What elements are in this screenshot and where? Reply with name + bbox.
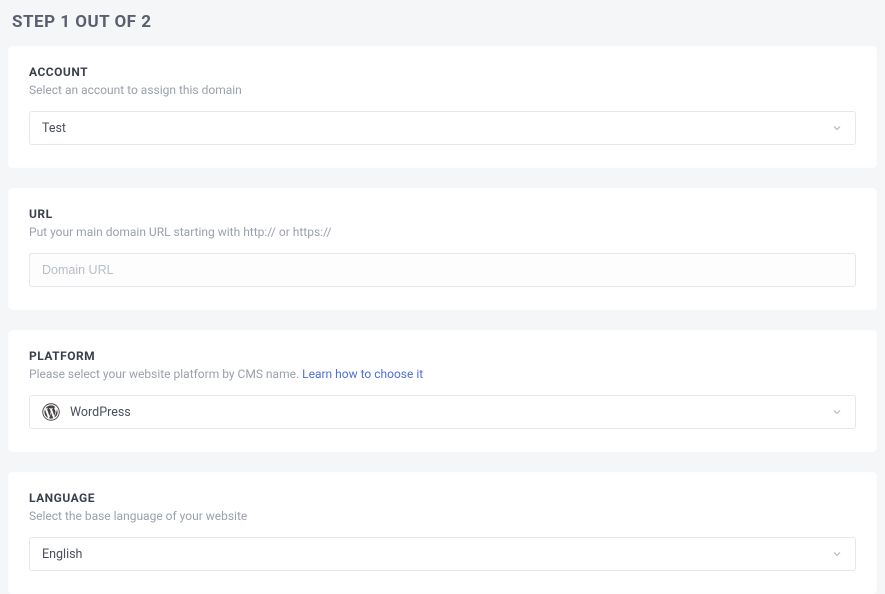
account-title: ACCOUNT bbox=[29, 65, 856, 79]
platform-desc-text: Please select your website platform by C… bbox=[29, 367, 302, 381]
url-desc: Put your main domain URL starting with h… bbox=[29, 225, 856, 239]
chevron-down-icon bbox=[831, 548, 843, 560]
chevron-down-icon bbox=[831, 122, 843, 134]
platform-learn-link[interactable]: Learn how to choose it bbox=[302, 367, 423, 381]
platform-select[interactable]: WordPress bbox=[29, 395, 856, 429]
platform-select-value: WordPress bbox=[70, 405, 131, 420]
platform-panel: PLATFORM Please select your website plat… bbox=[8, 330, 877, 452]
platform-title: PLATFORM bbox=[29, 349, 856, 363]
page-title: STEP 1 OUT OF 2 bbox=[8, 0, 877, 46]
url-input[interactable] bbox=[42, 263, 843, 277]
account-desc: Select an account to assign this domain bbox=[29, 83, 856, 97]
account-panel: ACCOUNT Select an account to assign this… bbox=[8, 46, 877, 168]
account-select[interactable]: Test bbox=[29, 111, 856, 145]
url-input-wrapper bbox=[29, 253, 856, 287]
url-title: URL bbox=[29, 207, 856, 221]
language-panel: LANGUAGE Select the base language of you… bbox=[8, 472, 877, 594]
language-desc: Select the base language of your website bbox=[29, 509, 856, 523]
language-select-value: English bbox=[42, 547, 82, 562]
wordpress-icon bbox=[42, 403, 60, 421]
chevron-down-icon bbox=[831, 406, 843, 418]
url-panel: URL Put your main domain URL starting wi… bbox=[8, 188, 877, 310]
platform-desc: Please select your website platform by C… bbox=[29, 367, 856, 381]
account-select-value: Test bbox=[42, 121, 66, 136]
language-select[interactable]: English bbox=[29, 537, 856, 571]
language-title: LANGUAGE bbox=[29, 491, 856, 505]
